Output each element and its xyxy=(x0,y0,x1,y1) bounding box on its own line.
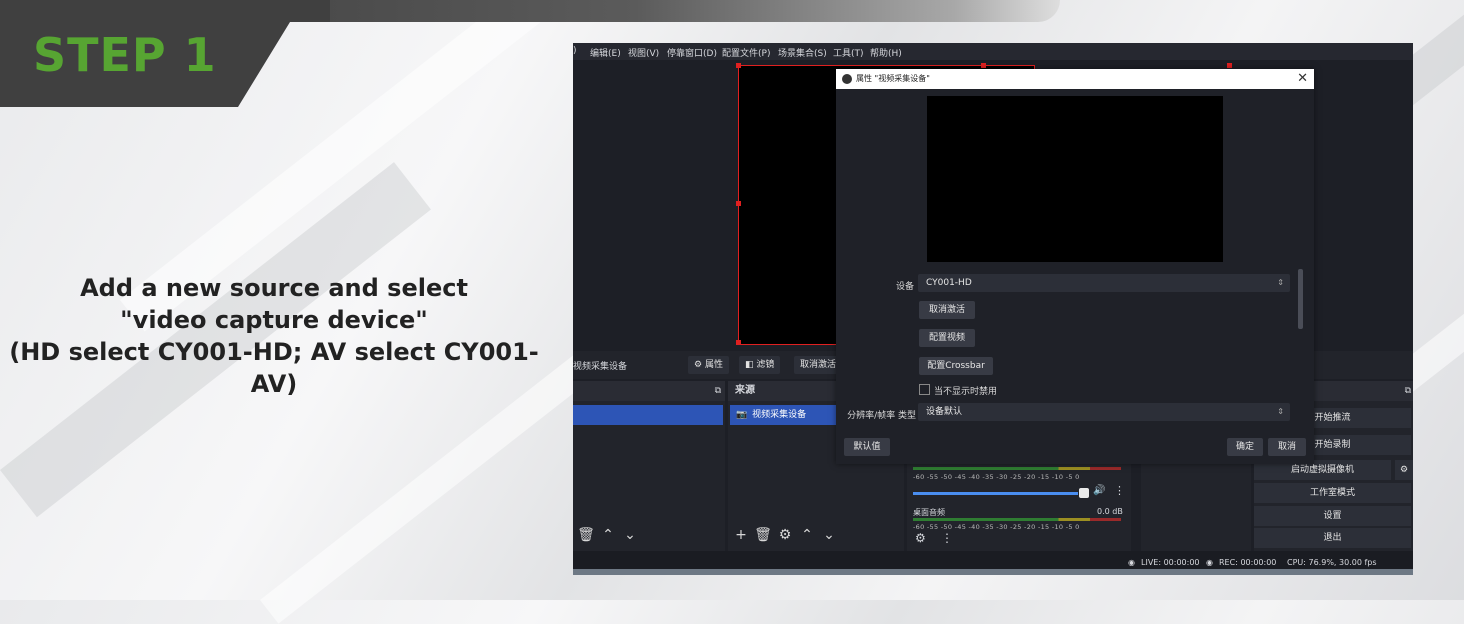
menu-item-scene-collection[interactable]: 场景集合(S) xyxy=(778,46,827,59)
chevron-up-icon[interactable]: ⌃ xyxy=(597,527,619,543)
dialog-preview xyxy=(927,96,1223,262)
configure-crossbar-button[interactable]: 配置Crossbar xyxy=(919,357,993,375)
volume-slider[interactable] xyxy=(913,492,1078,495)
close-icon[interactable]: ✕ xyxy=(1297,69,1308,89)
sources-panel-title: 来源 xyxy=(735,385,755,396)
dialog-footer: 默认值 确定 取消 xyxy=(836,429,1314,464)
menu-item-docks[interactable]: 停靠窗口(D) xyxy=(667,46,717,59)
updown-icon: ⇕ xyxy=(1277,278,1284,287)
audio-meter xyxy=(913,518,1121,521)
instruction-line: "video capture device" xyxy=(120,306,428,334)
deactivate-context-button[interactable]: 取消激活 xyxy=(794,356,843,374)
trash-icon[interactable]: 🗑 xyxy=(752,527,774,543)
meter-ticks: -60 -55 -50 -45 -40 -35 -30 -25 -20 -15 … xyxy=(913,473,1080,481)
gears-icon[interactable]: ⚙ xyxy=(915,531,926,545)
defaults-button[interactable]: 默认值 xyxy=(844,438,890,456)
virtual-camera-settings-button[interactable]: ⚙ xyxy=(1395,460,1413,480)
meter-ticks: -60 -55 -50 -45 -40 -35 -30 -25 -20 -15 … xyxy=(913,523,1080,531)
deactivate-button[interactable]: 取消激活 xyxy=(919,301,975,319)
step-title: STEP 1 xyxy=(33,28,217,82)
settings-button[interactable]: 设置 xyxy=(1254,506,1411,526)
more-options-icon[interactable]: ⋮ xyxy=(1114,484,1125,497)
scenes-toolbar: 🗑 ⌃ ⌄ xyxy=(575,527,641,549)
filters-button[interactable]: ◧ 滤镜 xyxy=(739,356,781,374)
scenes-panel-header: ⧉ xyxy=(573,381,725,401)
os-taskbar xyxy=(573,569,1413,575)
configure-video-button[interactable]: 配置视频 xyxy=(919,329,975,347)
volume-slider-handle[interactable] xyxy=(1079,488,1089,498)
scenes-panel: ⧉ xyxy=(573,381,725,551)
cancel-button[interactable]: 取消 xyxy=(1268,438,1306,456)
dialog-scrollbar[interactable] xyxy=(1298,269,1303,329)
chevron-up-icon[interactable]: ⌃ xyxy=(796,527,818,543)
camera-icon: 📷 xyxy=(736,410,748,420)
source-list-item-selected[interactable]: 📷 视频采集设备 xyxy=(730,405,836,425)
desktop-audio-label: 桌面音频 xyxy=(913,508,945,517)
chevron-down-icon[interactable]: ⌄ xyxy=(619,527,641,543)
resolution-type-value: 设备默认 xyxy=(926,407,963,417)
instruction-line: Add a new source and select xyxy=(80,274,468,302)
resolution-type-select[interactable]: 设备默认 ⇕ xyxy=(918,403,1290,421)
studio-mode-button[interactable]: 工作室模式 xyxy=(1254,483,1411,503)
resize-handle[interactable] xyxy=(736,340,741,345)
resize-handle[interactable] xyxy=(736,201,741,206)
menu-item-help[interactable]: 帮助(H) xyxy=(870,46,902,59)
instruction-line: (HD select CY001-HD; AV select CY001-AV) xyxy=(9,338,539,398)
obs-logo-icon xyxy=(842,74,852,84)
exit-button[interactable]: 退出 xyxy=(1254,528,1411,548)
updown-icon: ⇕ xyxy=(1277,407,1284,416)
dialog-title: 属性 "视频采集设备" xyxy=(856,74,930,83)
resize-handle[interactable] xyxy=(981,63,986,68)
more-options-icon[interactable]: ⋮ xyxy=(941,531,953,545)
menu-bar: ) 编辑(E) 视图(V) 停靠窗口(D) 配置文件(P) 场景集合(S) 工具… xyxy=(573,43,1413,60)
gear-icon: ⚙ xyxy=(694,360,703,370)
menu-item-view[interactable]: 视图(V) xyxy=(628,46,659,59)
menu-item-file-fragment[interactable]: ) xyxy=(573,46,577,56)
menu-item-edit[interactable]: 编辑(E) xyxy=(590,46,621,59)
undock-icon[interactable]: ⧉ xyxy=(1405,381,1411,401)
deactivate-context-label: 取消激活 xyxy=(800,360,837,370)
filters-button-label: 滤镜 xyxy=(756,360,775,370)
obs-window: ) 编辑(E) 视图(V) 停靠窗口(D) 配置文件(P) 场景集合(S) 工具… xyxy=(573,43,1413,575)
desktop-audio-level: 0.0 dB xyxy=(1097,507,1123,516)
gear-icon[interactable]: ⚙ xyxy=(774,527,796,543)
properties-dialog: 属性 "视频采集设备" ✕ 设备 CY001-HD ⇕ 取消激活 配置视频 配置… xyxy=(836,69,1314,464)
device-label: 设备 xyxy=(895,282,914,292)
resize-handle[interactable] xyxy=(736,63,741,68)
context-source-name: 视频采集设备 xyxy=(573,362,628,372)
trash-icon[interactable]: 🗑 xyxy=(575,527,597,543)
scene-list-item-selected[interactable] xyxy=(573,405,723,425)
dialog-title-bar: 属性 "视频采集设备" ✕ xyxy=(836,69,1314,89)
source-list-item-label: 视频采集设备 xyxy=(752,410,807,420)
speaker-icon[interactable]: 🔊 xyxy=(1093,485,1105,496)
properties-button[interactable]: ⚙ 属性 xyxy=(688,356,729,374)
sources-toolbar: + 🗑 ⚙ ⌃ ⌄ xyxy=(730,527,840,549)
hide-disable-checkbox-label: 当不显示时禁用 xyxy=(934,387,998,397)
plus-icon[interactable]: + xyxy=(730,527,752,543)
resize-handle[interactable] xyxy=(1227,63,1232,68)
ok-button[interactable]: 确定 xyxy=(1227,438,1263,456)
undock-icon[interactable]: ⧉ xyxy=(715,381,721,401)
instruction-text: Add a new source and select "video captu… xyxy=(0,272,548,400)
resolution-type-label: 分辨率/帧率 类型 xyxy=(847,411,916,421)
chevron-down-icon[interactable]: ⌄ xyxy=(818,527,840,543)
audio-meter xyxy=(913,467,1121,470)
hide-disable-checkbox[interactable] xyxy=(919,384,930,395)
menu-item-profile[interactable]: 配置文件(P) xyxy=(722,46,770,59)
device-select-value: CY001-HD xyxy=(926,278,972,288)
filter-icon: ◧ xyxy=(745,360,754,370)
gear-icon: ⚙ xyxy=(1399,465,1409,475)
menu-item-tools[interactable]: 工具(T) xyxy=(833,46,864,59)
device-select[interactable]: CY001-HD ⇕ xyxy=(918,274,1290,292)
properties-button-label: 属性 xyxy=(704,360,723,370)
